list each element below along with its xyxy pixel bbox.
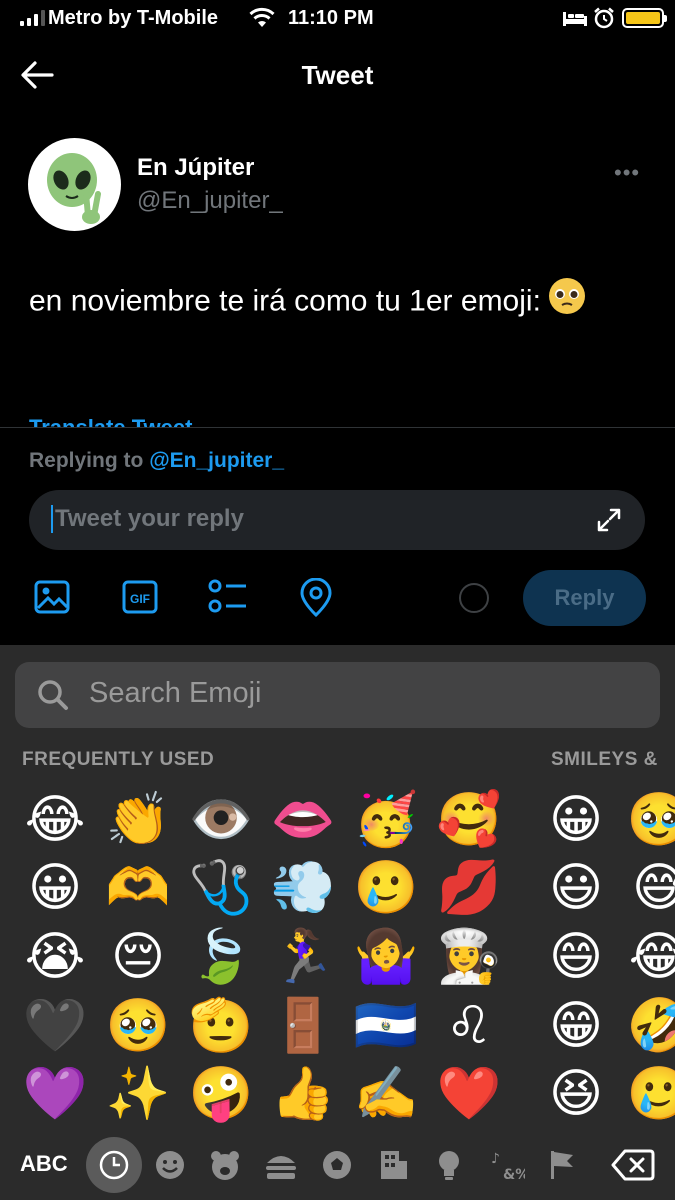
reply-input[interactable] xyxy=(51,505,571,533)
search-icon xyxy=(38,680,68,710)
frequent-emoji-key[interactable]: 😭 xyxy=(20,922,90,992)
reply-button[interactable]: Reply xyxy=(523,570,646,626)
frequent-emoji-key[interactable]: 💨 xyxy=(268,853,338,923)
nav-header: Tweet xyxy=(0,38,675,116)
frequent-emoji-key[interactable]: 😀 xyxy=(20,853,90,923)
image-icon[interactable] xyxy=(33,578,71,616)
page-title: Tweet xyxy=(301,60,374,90)
smileys-emoji-key[interactable]: 😅 xyxy=(624,853,675,923)
frequent-emoji-key[interactable]: 🥹 xyxy=(103,991,173,1061)
svg-text:GIF: GIF xyxy=(130,592,150,606)
smileys-emoji-key[interactable]: 🥲 xyxy=(624,1059,675,1129)
alarm-clock-icon xyxy=(594,7,614,29)
frequent-emoji-key[interactable]: 🏃‍♀️ xyxy=(268,922,338,992)
section-smileys: SMILEYS & xyxy=(551,749,658,770)
tweet-body: en noviembre te irá como tu 1er emoji: xyxy=(29,284,541,318)
tweet-card: En Júpiter @En_jupiter_ ••• en noviembre… xyxy=(0,116,675,428)
smileys-emoji-key[interactable]: 🥹 xyxy=(624,785,675,855)
frequent-emoji-key[interactable]: ❤️ xyxy=(434,1059,504,1129)
emoji-keyboard: FREQUENTLY USED SMILEYS & 😂😀😭🖤💜👏🫶😔🥹✨👁️🩺🍃… xyxy=(0,645,675,1200)
clock-time: 11:10 PM xyxy=(288,7,374,29)
alien-peace-icon xyxy=(47,153,101,224)
frequent-emoji-key[interactable]: 👍 xyxy=(268,1059,338,1129)
emoji-search-input[interactable] xyxy=(89,677,609,710)
frequent-emoji-key[interactable]: 🖤 xyxy=(20,991,90,1061)
abc-key[interactable]: ABC xyxy=(20,1151,68,1177)
emoji-grid: 😂 😀 😭 🖤 💜 👏 🫶 😔 🥹 ✨ 👁️ 🩺 🍃 🫡 🤪 👄 💨 🏃‍♀️ 🚪 👍 🥳 🥲 🤷‍♀️ 🇸🇻 ✍️ 🥰 💋 👩‍🍳 ♌… xyxy=(0,785,675,1130)
smiley-icon[interactable] xyxy=(150,1145,190,1185)
frequent-emoji-key[interactable]: ♌ xyxy=(434,991,504,1061)
frequent-emoji-key[interactable]: 🚪 xyxy=(268,991,338,1061)
frequent-emoji-key[interactable]: 💜 xyxy=(20,1059,90,1129)
frequent-emoji-key[interactable]: 🥰 xyxy=(434,785,504,855)
frequent-emoji-key[interactable]: 👁️ xyxy=(186,785,256,855)
frequent-emoji-key[interactable]: 🫡 xyxy=(186,991,256,1061)
travel-building-icon[interactable] xyxy=(373,1145,413,1185)
frequent-emoji-key[interactable]: 😂 xyxy=(20,785,90,855)
author-handle[interactable]: @En_jupiter_ xyxy=(137,187,283,215)
frequent-emoji-key[interactable]: 🤪 xyxy=(186,1059,256,1129)
smileys-emoji-key[interactable]: 🤣 xyxy=(624,991,675,1061)
flag-icon[interactable] xyxy=(541,1145,581,1185)
svg-text:&%: &% xyxy=(503,1167,525,1183)
expand-icon[interactable] xyxy=(596,507,622,533)
frequent-emoji-key[interactable]: 🥳 xyxy=(351,785,421,855)
smileys-emoji-key[interactable]: 😁 xyxy=(541,991,611,1061)
location-icon[interactable] xyxy=(298,578,334,618)
frequent-emoji-key[interactable]: 👏 xyxy=(103,785,173,855)
keyboard-category-bar: ABC ♪ &% xyxy=(0,1135,675,1195)
animal-bear-icon[interactable] xyxy=(205,1145,245,1185)
author-name[interactable]: En Júpiter xyxy=(137,154,254,182)
food-icon[interactable] xyxy=(261,1145,301,1185)
frequent-emoji-key[interactable]: 🍃 xyxy=(186,922,256,992)
replying-to-label: Replying to @En_jupiter_ xyxy=(29,449,284,473)
symbols-icon[interactable]: ♪ &% xyxy=(485,1145,525,1185)
section-frequently-used: FREQUENTLY USED xyxy=(22,749,215,770)
replying-mention[interactable]: @En_jupiter_ xyxy=(149,449,284,472)
carrier-label: Metro by T-Mobile xyxy=(48,7,218,29)
frequent-emoji-key[interactable]: ✨ xyxy=(103,1059,173,1129)
signal-strength-icon xyxy=(20,10,45,26)
tweet-text: en noviembre te irá como tu 1er emoji: xyxy=(29,276,629,329)
character-count-ring xyxy=(459,583,489,613)
smileys-emoji-key[interactable]: 😄 xyxy=(541,922,611,992)
frequent-emoji-key[interactable]: 🫶 xyxy=(103,853,173,923)
frequent-emoji-key[interactable]: 🤷‍♀️ xyxy=(351,922,421,992)
frequent-emoji-key[interactable]: 🩺 xyxy=(186,853,256,923)
battery-icon xyxy=(622,8,667,28)
more-dots-icon[interactable]: ••• xyxy=(614,160,640,186)
frequent-emoji-key[interactable]: 🥲 xyxy=(351,853,421,923)
frequent-emoji-key[interactable]: 👄 xyxy=(268,785,338,855)
recent-clock-icon[interactable] xyxy=(86,1137,142,1193)
wifi-icon xyxy=(249,7,275,27)
backspace-icon[interactable] xyxy=(611,1148,655,1182)
smileys-emoji-key[interactable]: 😆 xyxy=(541,1059,611,1129)
status-bar: Metro by T-Mobile 11:10 PM xyxy=(0,0,675,38)
emoji-search-bar[interactable] xyxy=(15,662,660,728)
frequent-emoji-key[interactable]: 🇸🇻 xyxy=(351,991,421,1061)
activity-ball-icon[interactable] xyxy=(317,1145,357,1185)
frequent-emoji-key[interactable]: 😔 xyxy=(103,922,173,992)
poll-icon[interactable] xyxy=(208,578,248,616)
sleep-bed-icon xyxy=(563,12,587,26)
frequent-emoji-key[interactable]: 👩‍🍳 xyxy=(434,922,504,992)
frequent-emoji-key[interactable]: ✍️ xyxy=(351,1059,421,1129)
svg-text:♪: ♪ xyxy=(491,1151,500,1167)
objects-bulb-icon[interactable] xyxy=(429,1145,469,1185)
smileys-emoji-key[interactable]: 😀 xyxy=(541,785,611,855)
translate-tweet-link[interactable]: Translate Tweet xyxy=(29,415,192,427)
pleading-face-emoji xyxy=(547,276,587,329)
smileys-emoji-key[interactable]: 😃 xyxy=(541,853,611,923)
smileys-emoji-key[interactable]: 😂 xyxy=(624,922,675,992)
frequent-emoji-key[interactable]: 💋 xyxy=(434,853,504,923)
replying-prefix: Replying to xyxy=(29,449,144,472)
reply-composer[interactable] xyxy=(29,490,645,550)
avatar[interactable] xyxy=(28,138,121,231)
gif-icon[interactable]: GIF xyxy=(121,578,159,616)
